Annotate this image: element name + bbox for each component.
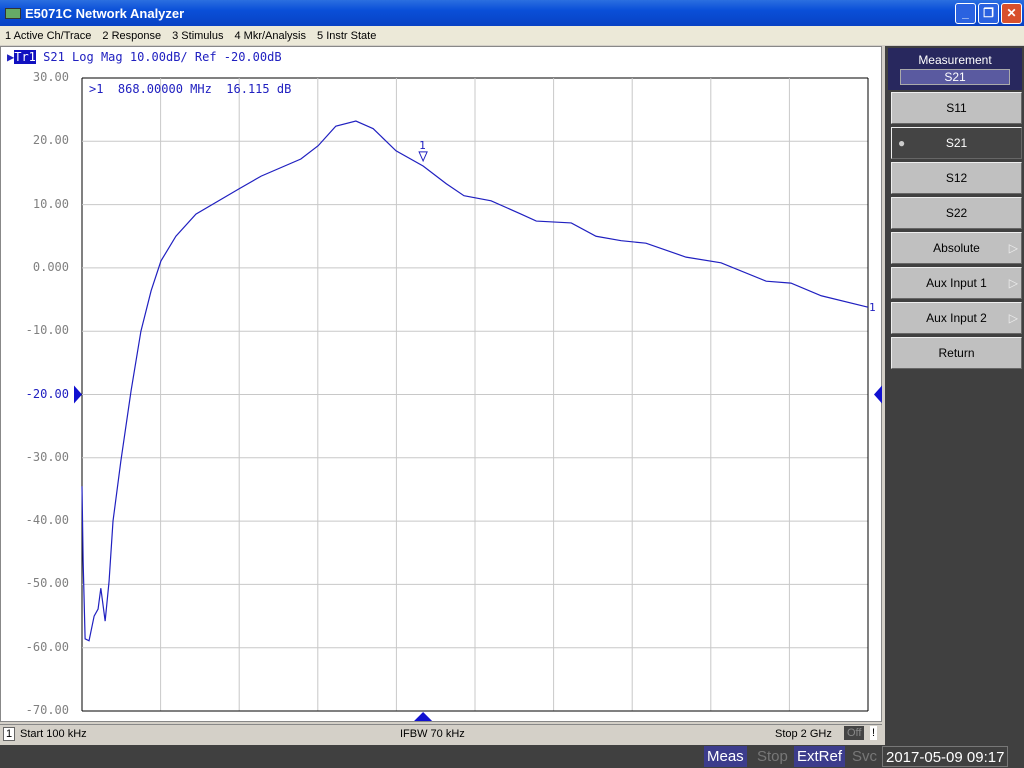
status-meas: Meas [704,746,747,767]
menu-mkr-analysis[interactable]: 4 Mkr/Analysis [234,30,306,42]
softkey-label: Aux Input 2 [926,311,987,325]
softkey-label: Absolute [933,241,980,255]
channel-number[interactable]: 1 [3,727,16,741]
window-title: E5071C Network Analyzer [25,5,185,21]
close-button[interactable]: ✕ [1001,3,1022,24]
submenu-arrow-icon: ▷ [1008,311,1018,325]
softkey-label: Return [938,346,975,360]
softkey-panel: Measurement S21 S11 ● S21 S12 S22 Absolute ▷ Au… [885,46,1024,745]
menu-bar: 1 Active Ch/Trace 2 Response 3 Stimulus … [0,26,1024,45]
app-icon [5,7,21,19]
channel-status-bar: 1 Start 100 kHz IFBW 70 kHz Stop 2 GHz O… [0,724,882,744]
status-extref: ExtRef [794,746,846,767]
title-bar: E5071C Network Analyzer _ ❐ ✕ [0,0,1024,26]
softkey-header: Measurement S21 [888,48,1022,90]
softkey-return[interactable]: Return [891,337,1022,369]
warning-indicator: ! [870,726,878,740]
softkey-label: Aux Input 1 [926,276,987,290]
status-stop: Stop [757,748,788,765]
softkey-s12[interactable]: S12 [891,162,1022,194]
marker-1-icon [418,151,428,163]
menu-active-ch-trace[interactable]: 1 Active Ch/Trace [5,30,91,42]
submenu-arrow-icon: ▷ [1008,241,1018,255]
menu-response[interactable]: 2 Response [102,30,161,42]
softkey-s11[interactable]: S11 [891,92,1022,124]
menu-instr-state[interactable]: 5 Instr State [317,30,376,42]
softkey-absolute[interactable]: Absolute ▷ [891,232,1022,264]
minimize-button[interactable]: _ [955,3,976,24]
softkey-label: S11 [946,101,967,115]
status-svc: Svc [852,748,878,765]
menu-stimulus[interactable]: 3 Stimulus [172,30,223,42]
status-datetime: 2017-05-09 09:17 [882,746,1009,767]
chart-panel[interactable]: ▶Tr1 S21 Log Mag 10.00dB/ Ref -20.00dB 3… [0,46,882,722]
off-indicator: Off [844,726,865,740]
ref-level-left-icon [74,385,82,404]
plot-area[interactable]: 11 [1,47,883,723]
instrument-status-bar: Meas Stop ExtRef Svc 2017-05-09 09:17 [0,745,1024,768]
submenu-arrow-icon: ▷ [1008,276,1018,290]
softkey-s22[interactable]: S22 [891,197,1022,229]
stop-frequency[interactable]: Stop 2 GHz [775,728,832,740]
softkey-aux-input-1[interactable]: Aux Input 1 ▷ [891,267,1022,299]
softkey-label: S21 [945,136,968,150]
marker-readout: >1 868.00000 MHz 16.115 dB [89,82,292,96]
softkey-current-value: S21 [900,69,1010,85]
restore-button[interactable]: ❐ [978,3,999,24]
softkey-title: Measurement [918,53,992,67]
active-marker-position-icon [414,712,433,721]
ifbw[interactable]: IFBW 70 kHz [400,728,465,740]
marker-1-label: 1 [419,139,426,152]
softkey-s21[interactable]: ● S21 [891,127,1022,159]
trace-end-label: 1 [869,301,876,314]
selected-dot-icon: ● [898,136,906,150]
softkey-aux-input-2[interactable]: Aux Input 2 ▷ [891,302,1022,334]
ref-level-right-icon [874,385,882,404]
softkey-label: S22 [945,206,968,220]
softkey-label: S12 [945,171,968,185]
start-frequency[interactable]: Start 100 kHz [20,728,87,740]
